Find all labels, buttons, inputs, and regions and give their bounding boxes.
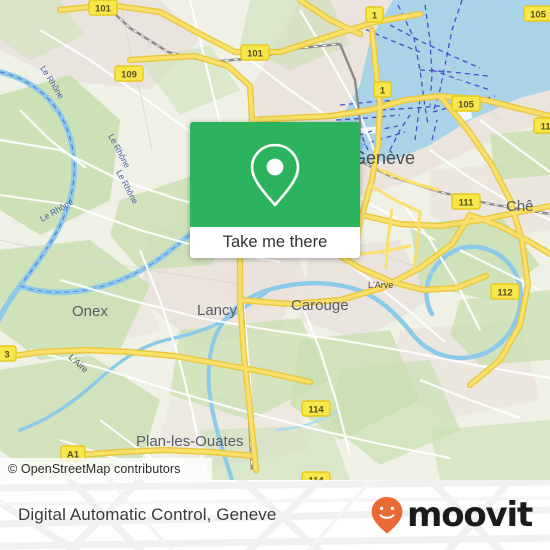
svg-text:1: 1: [372, 11, 378, 22]
page-footer: Digital Automatic Control, Geneve moovit: [0, 480, 550, 550]
map-pin-icon: [250, 143, 300, 206]
moovit-smiley-pin-icon: [371, 497, 403, 534]
moovit-logo[interactable]: moovit: [370, 480, 533, 550]
svg-text:Carouge: Carouge: [291, 297, 349, 314]
svg-text:Genève: Genève: [352, 148, 415, 168]
callout-icon-area: [190, 122, 360, 227]
take-me-there-label: Take me there: [222, 233, 328, 251]
svg-text:Plan-les-Ouates: Plan-les-Ouates: [136, 433, 244, 450]
svg-text:Chê: Chê: [506, 198, 534, 215]
svg-text:Onex: Onex: [72, 303, 108, 320]
svg-text:3: 3: [4, 350, 9, 361]
svg-text:Lancy: Lancy: [197, 302, 238, 319]
map-attribution[interactable]: © OpenStreetMap contributors: [0, 458, 212, 480]
svg-text:L'Arve: L'Arve: [368, 280, 393, 290]
destination-callout[interactable]: Take me there: [190, 122, 360, 258]
svg-text:111: 111: [459, 198, 475, 209]
attribution-text: © OpenStreetMap contributors: [8, 462, 181, 476]
svg-text:112: 112: [497, 288, 512, 299]
svg-text:114: 114: [308, 405, 324, 416]
svg-text:101: 101: [247, 49, 264, 60]
svg-text:101: 101: [95, 4, 112, 15]
moovit-wordmark: moovit: [406, 495, 533, 535]
svg-text:111: 111: [541, 122, 550, 133]
svg-text:105: 105: [530, 10, 547, 21]
svg-text:109: 109: [121, 70, 137, 81]
location-title: Digital Automatic Control, Geneve: [18, 480, 276, 550]
location-title-text: Digital Automatic Control, Geneve: [18, 505, 277, 524]
svg-text:1: 1: [380, 86, 386, 97]
svg-text:105: 105: [458, 100, 475, 111]
take-me-there-button[interactable]: Take me there: [190, 227, 360, 258]
moovit-map-page: Le Rhône Le Rhône Le Rhône Le Rhône Le R…: [0, 0, 550, 550]
